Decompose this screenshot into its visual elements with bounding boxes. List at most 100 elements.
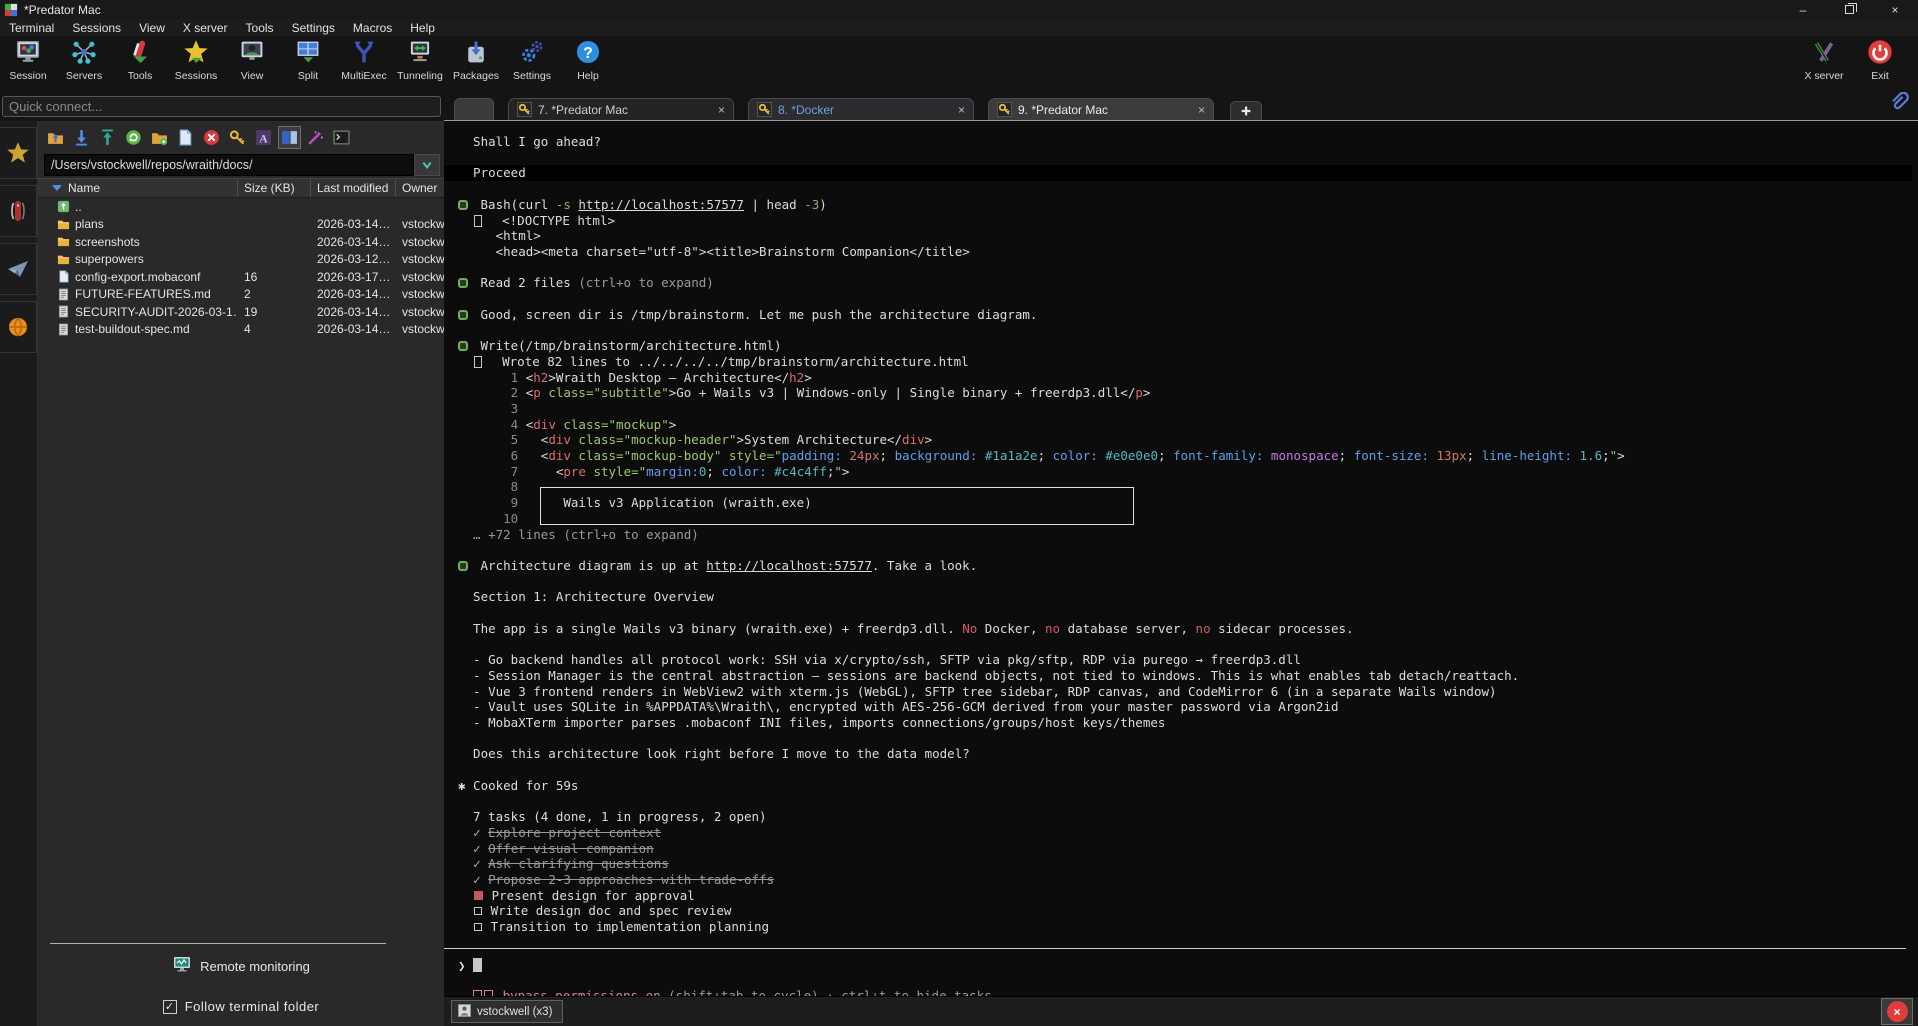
- tab-home[interactable]: [454, 98, 494, 120]
- tab-close-icon[interactable]: ×: [1198, 103, 1205, 117]
- toolbar-button-exit[interactable]: Exit: [1852, 39, 1908, 82]
- file-modified-cell: 2026-03-17…: [311, 270, 396, 284]
- close-terminal-button[interactable]: ×: [1881, 998, 1913, 1025]
- toolbar-button-session[interactable]: Session: [0, 39, 56, 82]
- toolbar-button-label: X server: [1804, 70, 1843, 82]
- file-name-cell: test-buildout-spec.md: [38, 322, 238, 336]
- file-toolbar-download[interactable]: [70, 126, 93, 149]
- file-toolbar-parent-folder[interactable]: [44, 126, 67, 149]
- terminal-line: <head><meta charset="utf-8"><title>Brain…: [458, 244, 1918, 260]
- bottom-user-tab[interactable]: vstockwell (x3): [451, 1000, 563, 1023]
- attach-paperclip-icon[interactable]: [1888, 92, 1910, 114]
- table-row[interactable]: ..: [38, 198, 444, 216]
- panels-icon: [281, 129, 298, 146]
- file-toolbar-terminal-btn[interactable]: [330, 126, 353, 149]
- table-row[interactable]: FUTURE-FEATURES.md22026-03-14…vstockw: [38, 286, 444, 304]
- file-toolbar-wand[interactable]: [304, 126, 327, 149]
- tab-7-predator-mac[interactable]: 7. *Predator Mac×: [508, 98, 734, 120]
- file-table-header-owner[interactable]: Owner: [396, 179, 444, 197]
- checkbox-checked-icon[interactable]: ✓: [163, 1000, 177, 1014]
- file-table-header[interactable]: NameSize (KB)Last modifiedOwner: [38, 178, 444, 198]
- restore-button[interactable]: [1826, 0, 1872, 19]
- strip-button-sftp-plane[interactable]: [0, 243, 37, 295]
- font-icon: A: [255, 129, 272, 146]
- menu-item-terminal[interactable]: Terminal: [0, 21, 63, 35]
- folder-icon: [57, 253, 70, 266]
- quick-connect-input[interactable]: [2, 96, 441, 117]
- tab-add-button[interactable]: [1230, 101, 1262, 120]
- file-table-header-size-kb-[interactable]: Size (KB): [238, 179, 311, 197]
- file-table-header-name[interactable]: Name: [38, 179, 238, 197]
- toolbar-button-tools[interactable]: Tools: [112, 39, 168, 82]
- file-toolbar-new-folder[interactable]: [148, 126, 171, 149]
- tab-8-docker[interactable]: 8. *Docker×: [748, 98, 974, 120]
- terminal-line: <!DOCTYPE html>: [458, 213, 1918, 229]
- menu-item-help[interactable]: Help: [401, 21, 444, 35]
- menu-item-x-server[interactable]: X server: [174, 21, 237, 35]
- follow-terminal-folder-toggle[interactable]: ✓ Follow terminal folder: [38, 999, 444, 1014]
- file-name: plans: [75, 217, 104, 231]
- toolbar-button-servers[interactable]: Servers: [56, 39, 112, 82]
- toolbar-button-sessions[interactable]: Sessions: [168, 39, 224, 82]
- remote-monitoring-button[interactable]: Remote monitoring: [38, 955, 444, 978]
- file-toolbar-font[interactable]: A: [252, 126, 275, 149]
- toolbar-button-x server[interactable]: X server: [1796, 39, 1852, 82]
- toolbar-button-packages[interactable]: Packages: [448, 39, 504, 82]
- terminal-line: Bash(curl -s http://localhost:57577 | he…: [458, 197, 1918, 213]
- terminal-output[interactable]: Shall I go ahead? Proceed Bash(curl -s h…: [444, 121, 1918, 996]
- file-toolbar-new-file[interactable]: [174, 126, 197, 149]
- file-toolbar-refresh[interactable]: [122, 126, 145, 149]
- follow-terminal-folder-label: Follow terminal folder: [185, 999, 320, 1014]
- table-row[interactable]: plans2026-03-14…vstockw: [38, 216, 444, 234]
- file-table-header-last-modified[interactable]: Last modified: [311, 179, 396, 197]
- strip-button-globe[interactable]: [0, 301, 37, 353]
- strip-button-tools-knife-side[interactable]: [0, 185, 37, 237]
- prompt-line[interactable]: ❯: [458, 958, 1918, 974]
- toolbar-button-view[interactable]: View: [224, 39, 280, 82]
- close-button[interactable]: ×: [1872, 0, 1918, 19]
- file-toolbar-panels[interactable]: [278, 126, 301, 149]
- bullet-icon: [458, 200, 468, 210]
- file-toolbar-upload[interactable]: [96, 126, 119, 149]
- toolbar-button-split[interactable]: Split: [280, 39, 336, 82]
- file-name-cell: ..: [38, 200, 238, 214]
- toolbar-button-tunneling[interactable]: Tunneling: [392, 39, 448, 82]
- table-row[interactable]: superpowers2026-03-12…vstockw: [38, 251, 444, 269]
- table-row[interactable]: test-buildout-spec.md42026-03-14…vstockw: [38, 321, 444, 339]
- file-modified-cell: 2026-03-14…: [311, 217, 396, 231]
- status-bar-line: bypass permissions on (shift+tab to cycl…: [458, 988, 1918, 996]
- table-row[interactable]: screenshots2026-03-14…vstockw: [38, 233, 444, 251]
- menu-item-view[interactable]: View: [130, 21, 174, 35]
- restore-icon: [1845, 5, 1854, 14]
- bottom-user-tab-label: vstockwell (x3): [477, 1006, 552, 1018]
- table-row[interactable]: SECURITY-AUDIT-2026-03-1…192026-03-14…vs…: [38, 303, 444, 321]
- file-toolbar-key[interactable]: [226, 126, 249, 149]
- toolbar-button-help[interactable]: ?Help: [560, 39, 616, 82]
- tab-close-icon[interactable]: ×: [718, 103, 725, 117]
- session-icon: [15, 39, 41, 68]
- file-size-cell: 2: [238, 287, 311, 301]
- tab-9-predator-mac[interactable]: 9. *Predator Mac×: [988, 98, 1214, 120]
- toolbar-button-settings[interactable]: Settings: [504, 39, 560, 82]
- toolbar-button-label: View: [241, 70, 264, 82]
- path-input[interactable]: /Users/vstockwell/repos/wraith/docs/: [44, 154, 414, 176]
- terminal-line: Read 2 files (ctrl+o to expand): [458, 275, 1918, 291]
- file-table: NameSize (KB)Last modifiedOwner .. plans 2…: [38, 178, 444, 338]
- path-dropdown-button[interactable]: [414, 154, 440, 176]
- terminal-line: ✓ Ask clarifying questions: [458, 856, 1918, 872]
- menu-item-tools[interactable]: Tools: [237, 21, 283, 35]
- terminal-line: Transition to implementation planning: [458, 919, 1918, 935]
- minimize-button[interactable]: –: [1780, 0, 1826, 19]
- terminal-line: Does this architecture look right before…: [458, 746, 1918, 762]
- tab-close-icon[interactable]: ×: [958, 103, 965, 117]
- toolbar-button-multiexec[interactable]: MultiExec: [336, 39, 392, 82]
- menu-item-settings[interactable]: Settings: [283, 21, 344, 35]
- strip-button-favorites-star[interactable]: [0, 127, 37, 179]
- file-toolbar-delete[interactable]: [200, 126, 223, 149]
- table-row[interactable]: config-export.mobaconf162026-03-17…vstoc…: [38, 268, 444, 286]
- menu-item-macros[interactable]: Macros: [344, 21, 401, 35]
- terminal-line: Shall I go ahead?: [458, 134, 1918, 150]
- terminal-line: [458, 260, 1918, 276]
- close-terminal-icon: ×: [1887, 1001, 1908, 1022]
- menu-item-sessions[interactable]: Sessions: [63, 21, 130, 35]
